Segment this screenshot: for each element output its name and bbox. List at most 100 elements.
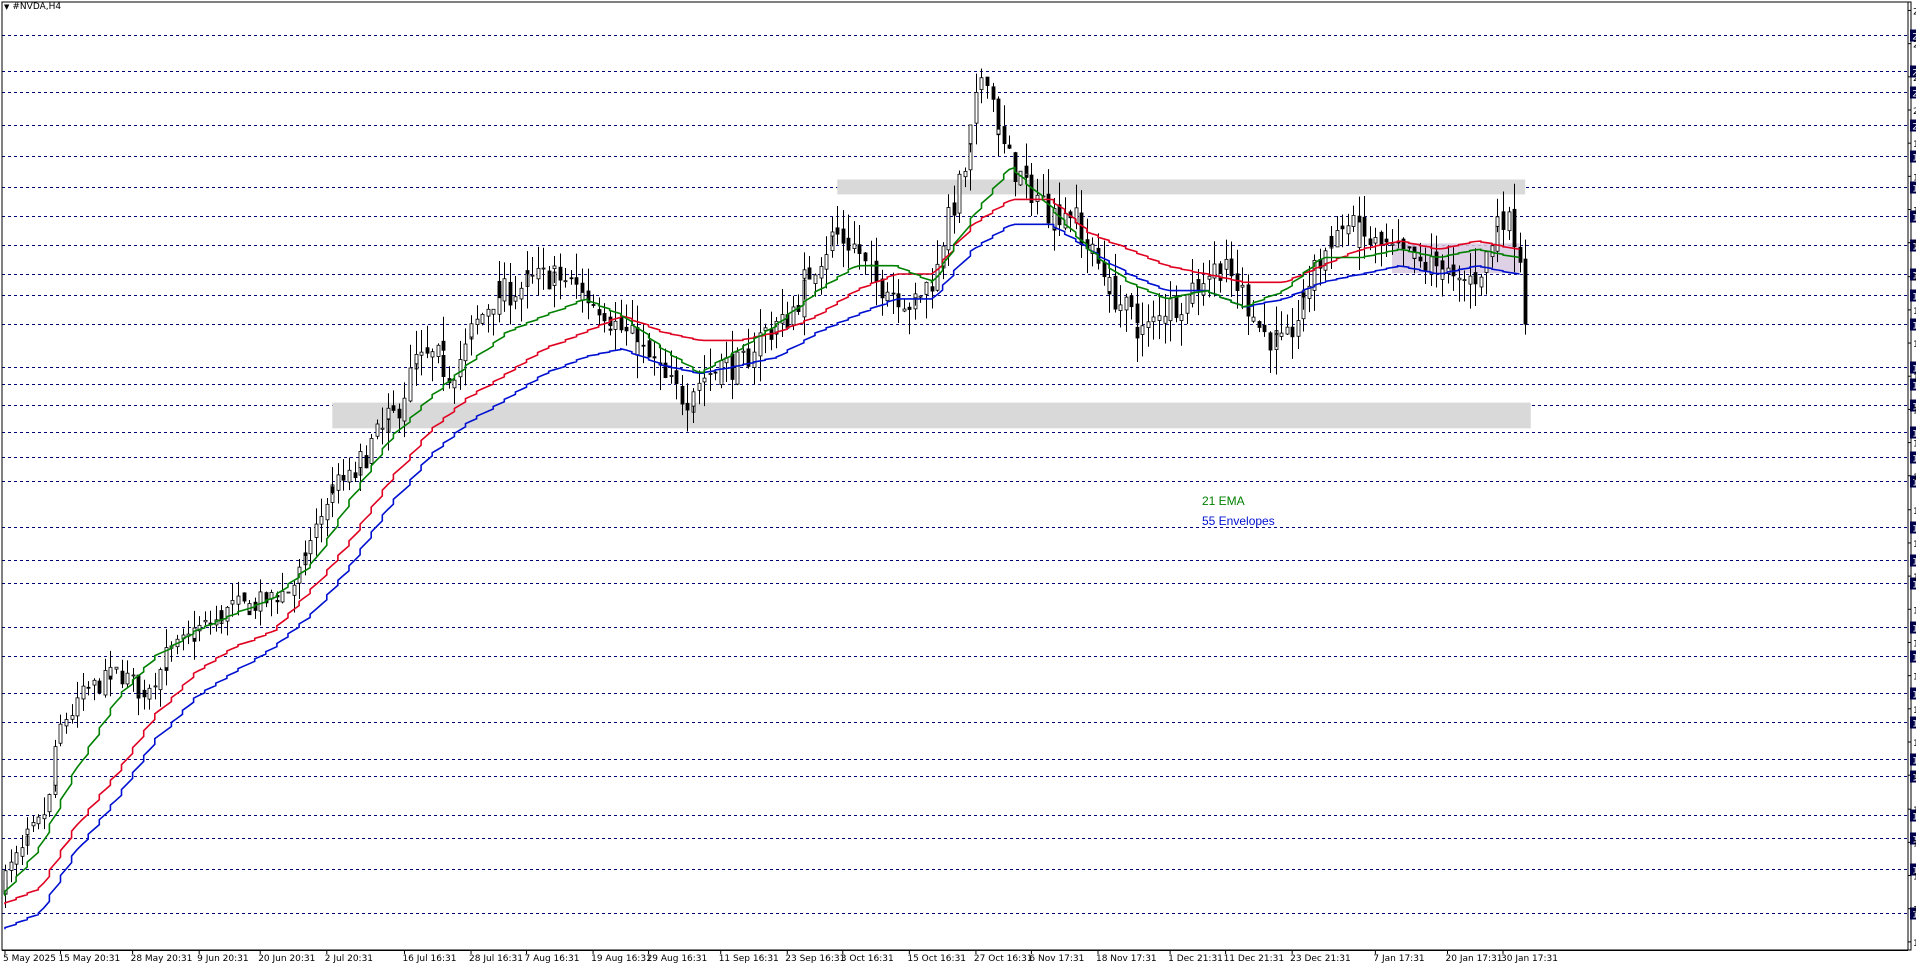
candle-body [347, 469, 352, 483]
time-tick-label: 11 Dec 21:31 [1224, 954, 1285, 963]
candle-body [1240, 284, 1245, 288]
candle-body [1201, 283, 1206, 296]
candle-body [547, 270, 552, 290]
price-chart[interactable]: 211.80207.50205.00201.00197.25193.50190.… [0, 0, 1916, 963]
candle-body [70, 715, 75, 720]
level-badge-label: 137.00 [1912, 654, 1916, 664]
level-badge-label: 177.00 [1912, 322, 1916, 332]
candle-body [1384, 238, 1389, 243]
zone-grey [332, 402, 1531, 429]
candle-body [203, 619, 208, 623]
candle-body [541, 267, 546, 270]
candle-body [735, 351, 740, 385]
candle-body [469, 323, 474, 338]
candle-body [114, 666, 119, 670]
candle-body [386, 407, 391, 420]
candle-body [1501, 211, 1506, 230]
level-badge-label: 180.50 [1912, 293, 1916, 303]
candle-body [458, 359, 463, 378]
time-tick-label: 30 Jan 17:31 [1501, 954, 1558, 963]
candle-body [1340, 225, 1345, 230]
level-badge-label: 197.25 [1912, 154, 1916, 164]
chart-window[interactable]: 211.80207.50205.00201.00197.25193.50190.… [0, 0, 1916, 963]
level-badge-label: 161.00 [1912, 455, 1916, 465]
candle-body [292, 584, 297, 596]
candle-body [880, 278, 885, 299]
candle-body [752, 351, 757, 368]
level-badge-label: 164.00 [1912, 430, 1916, 440]
candle-body [53, 746, 58, 786]
candle-body [1274, 333, 1279, 336]
time-scale[interactable]: 5 May 2025 15 May 20:31 28 May 20:31 9 Jun … [2, 950, 1908, 963]
time-tick-label: 15 May 20:31 [58, 954, 120, 963]
candle-body [1129, 295, 1134, 308]
candle-body [430, 351, 435, 358]
candle-body [120, 670, 125, 685]
time-tick-label: 20 Jun 20:31 [258, 954, 315, 963]
candle-body [36, 816, 41, 825]
candle-body [1146, 321, 1151, 329]
candle-body [974, 92, 979, 124]
candle-body [1373, 237, 1378, 244]
candle-body [1257, 321, 1262, 328]
candle-body [713, 371, 718, 374]
candle-body [1390, 243, 1395, 246]
candle-body [147, 687, 152, 700]
candle-body [131, 674, 136, 677]
candle-body [341, 474, 346, 481]
candle-body [602, 313, 607, 322]
candle-body [480, 314, 485, 324]
candle-body [358, 451, 363, 468]
candle-body [813, 274, 818, 285]
candle-body [136, 693, 141, 696]
candle-body [647, 340, 652, 358]
time-tick-label: 2 Jul 20:31 [325, 954, 373, 963]
candle-body [552, 265, 557, 270]
candle-body [508, 281, 513, 306]
candle-body [1468, 275, 1473, 285]
candle-body [841, 228, 846, 244]
time-tick-label: 19 Aug 16:31 [591, 954, 652, 963]
candle-body [108, 666, 113, 677]
candle-body [1335, 230, 1340, 248]
candle-body [669, 375, 674, 377]
candle-body [1174, 295, 1179, 318]
price-scale[interactable]: 211.80207.50205.00201.00197.25193.50190.… [1908, 7, 1916, 949]
candle-body [891, 292, 896, 295]
candle-body [391, 405, 396, 411]
candle-body [475, 318, 480, 325]
candle-body [952, 202, 957, 216]
candle-body [580, 292, 585, 301]
candle-body [591, 304, 596, 306]
candle-body [1512, 208, 1517, 248]
candle-body [1135, 326, 1140, 339]
candle-body [258, 591, 263, 612]
candle-body [486, 308, 491, 317]
candle-body [1379, 231, 1384, 246]
candle-body [830, 231, 835, 237]
candle-body [502, 278, 507, 302]
candle-body [58, 723, 63, 744]
level-badge-label: 152.50 [1912, 525, 1916, 535]
symbol-title[interactable]: ▼ #NVDA,H4 [4, 2, 61, 12]
candle-body [325, 503, 330, 521]
candle-body [635, 341, 640, 356]
candle-body [1157, 315, 1162, 321]
legend-ema: 21 EMA [1202, 494, 1245, 508]
candle-body [1229, 258, 1234, 277]
candle-body [1351, 215, 1356, 227]
candle-body [574, 277, 579, 285]
candle-body [330, 486, 335, 494]
chart-frame [1, 1, 1912, 951]
candle-body [153, 685, 158, 688]
candle-body [930, 286, 935, 292]
candle-body [230, 600, 235, 605]
candle-body [641, 344, 646, 347]
dropdown-triangle-icon[interactable]: ▼ [4, 3, 9, 11]
candle-body [918, 295, 923, 298]
candle-body [1246, 307, 1251, 317]
candle-body [1251, 316, 1256, 322]
candle-body [1401, 238, 1406, 250]
time-tick-label: 28 Jul 16:31 [469, 954, 523, 963]
time-tick-label: 1 Dec 21:31 [1168, 954, 1223, 963]
